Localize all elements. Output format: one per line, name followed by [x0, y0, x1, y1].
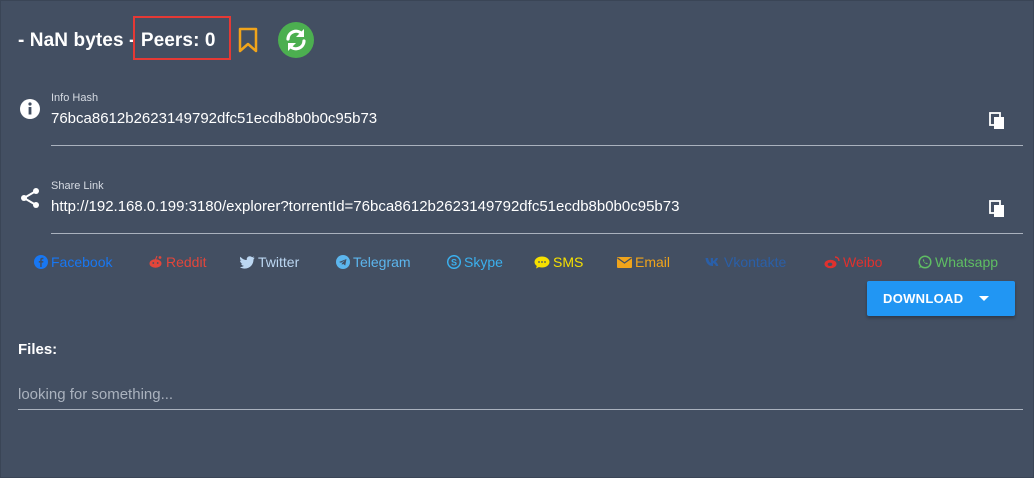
share-whatsapp-button[interactable]: Whatsapp [918, 254, 998, 270]
telegram-icon [336, 255, 350, 269]
whatsapp-icon [918, 255, 932, 269]
share-telegram-button[interactable]: Telegram [336, 254, 411, 270]
info-hash-label: Info Hash [51, 92, 99, 104]
reddit-icon [149, 255, 162, 268]
share-email-label: Email [635, 254, 671, 270]
share-link-value[interactable]: http://192.168.0.199:3180/explorer?torre… [51, 198, 679, 215]
copy-share-link-icon[interactable] [989, 200, 1005, 223]
twitter-icon [240, 255, 255, 269]
svg-text:S: S [451, 257, 457, 267]
download-button[interactable]: DOWNLOAD [867, 281, 1015, 316]
bookmark-icon[interactable] [237, 27, 259, 58]
info-hash-value[interactable]: 76bca8612b2623149792dfc51ecdb8b0b0c95b73 [51, 110, 377, 127]
share-link-label: Share Link [51, 180, 104, 192]
share-reddit-button[interactable]: Reddit [148, 254, 206, 270]
share-icon [19, 187, 41, 214]
facebook-icon [34, 255, 48, 269]
info-hash-underline [51, 145, 1023, 146]
share-twitter-label: Twitter [258, 254, 300, 270]
download-label: DOWNLOAD [883, 291, 964, 306]
share-link-underline [51, 233, 1023, 234]
share-weibo-label: Weibo [843, 254, 883, 270]
share-sms-button[interactable]: SMS [534, 254, 583, 270]
share-email-button[interactable]: Email [617, 254, 670, 270]
sms-icon [534, 256, 550, 268]
copy-info-hash-icon[interactable] [989, 112, 1005, 135]
share-skype-label: Skype [464, 254, 503, 270]
weibo-icon [824, 255, 840, 268]
share-reddit-label: Reddit [166, 254, 207, 270]
file-search-input[interactable] [18, 379, 1023, 410]
skype-icon: S [447, 255, 461, 269]
share-buttons: Facebook Reddit Twitter Telegram S Skype… [1, 254, 1034, 274]
info-icon [19, 98, 41, 125]
vk-icon [705, 258, 719, 266]
refresh-button[interactable] [278, 22, 314, 58]
share-weibo-button[interactable]: Weibo [824, 254, 882, 270]
share-skype-button[interactable]: S Skype [447, 254, 503, 270]
email-icon [617, 256, 632, 268]
peers-highlight-box [133, 16, 231, 60]
share-telegram-label: Telegram [353, 254, 411, 270]
files-label: Files: [18, 341, 58, 358]
torrent-size: - NaN bytes - [18, 30, 141, 51]
share-vkontakte-label: Vkontakte [724, 254, 787, 270]
share-twitter-button[interactable]: Twitter [240, 254, 299, 270]
share-vkontakte-button[interactable]: Vkontakte [705, 254, 786, 270]
chevron-down-icon[interactable] [979, 296, 989, 301]
share-sms-label: SMS [553, 254, 584, 270]
share-whatsapp-label: Whatsapp [935, 254, 999, 270]
refresh-icon [286, 29, 306, 51]
share-facebook-label: Facebook [51, 254, 113, 270]
share-facebook-button[interactable]: Facebook [34, 254, 112, 270]
torrent-detail-panel: - NaN bytes - Peers: 0 Info Hash 76bca86… [0, 0, 1034, 478]
